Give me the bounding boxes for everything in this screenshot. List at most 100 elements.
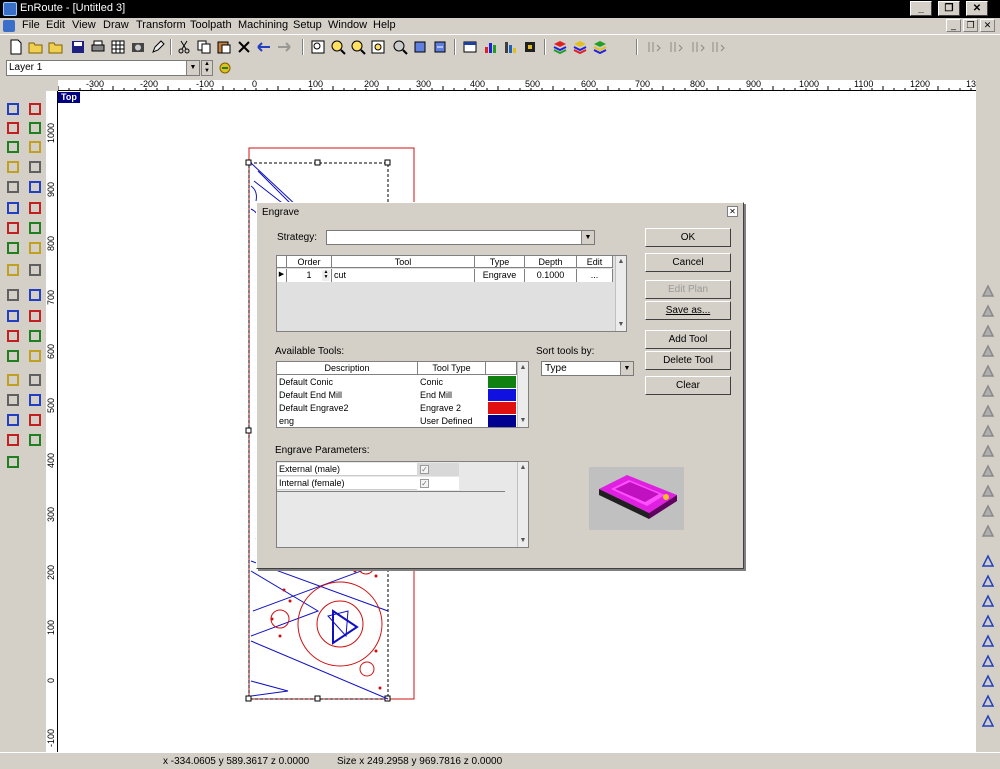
scroll-up-icon[interactable]: ▲ [518, 463, 528, 473]
menu-machining[interactable]: Machining [238, 19, 288, 31]
cell-edit-button[interactable]: ... [577, 269, 613, 282]
scroll-up-icon[interactable]: ▲ [616, 257, 626, 267]
measure-icon[interactable] [28, 201, 42, 215]
external-checkbox[interactable]: ✓ [420, 465, 429, 474]
scroll-up-icon[interactable]: ▲ [518, 363, 528, 373]
node-edit-icon[interactable] [6, 121, 20, 135]
mdi-minimize-icon[interactable]: _ [946, 19, 961, 32]
tools-table-scrollbar[interactable]: ▲ ▼ [517, 362, 528, 427]
available-tools-table[interactable]: Description Tool Type Default Conic Coni… [276, 361, 529, 428]
zoom-all-icon[interactable] [370, 39, 386, 55]
color-chart-icon[interactable] [482, 39, 498, 55]
align-icon[interactable] [6, 160, 20, 174]
trim-icon[interactable] [28, 241, 42, 255]
machining-tool-14-icon[interactable] [981, 554, 995, 568]
menu-transform[interactable]: Transform [136, 19, 186, 31]
undo-icon[interactable] [256, 39, 272, 55]
internal-checkbox[interactable]: ✓ [420, 479, 429, 488]
machining-tool-16-icon[interactable] [981, 594, 995, 608]
machining-tool-17-icon[interactable] [981, 614, 995, 628]
zoom-out-icon[interactable] [350, 39, 366, 55]
rotate-icon[interactable] [6, 140, 20, 154]
machining-tool-11-icon[interactable] [981, 484, 995, 498]
engrave-parameters-grid[interactable]: External (male) ✓ Internal (female) ✓ ▲ … [276, 461, 529, 548]
machining-tool-7-icon[interactable] [981, 404, 995, 418]
layer-properties-icon[interactable] [217, 60, 233, 76]
ok-button[interactable]: OK [645, 228, 731, 247]
strategy-select[interactable]: ▼ [326, 230, 595, 245]
machining-tool-22-icon[interactable] [981, 714, 995, 728]
layers-icon[interactable] [552, 39, 568, 55]
save-as-button[interactable]: Save as... [645, 301, 731, 320]
target-icon[interactable] [6, 455, 20, 469]
ellipse-tool-icon[interactable] [28, 121, 42, 135]
rect-select-icon[interactable] [28, 309, 42, 323]
menu-draw[interactable]: Draw [103, 19, 129, 31]
sort-tools-select[interactable]: Type ▼ [541, 361, 634, 376]
camera-icon[interactable] [130, 39, 146, 55]
machining-tool-1-icon[interactable] [981, 284, 995, 298]
machining-tool-21-icon[interactable] [981, 694, 995, 708]
bezier-icon[interactable] [6, 309, 20, 323]
chevron-down-icon[interactable]: ▼ [581, 231, 594, 244]
cell-depth[interactable]: 0.1000 [525, 269, 577, 282]
menu-setup[interactable]: Setup [293, 19, 322, 31]
chevron-down-icon[interactable]: ▼ [186, 61, 199, 75]
machining-tool-8-icon[interactable] [981, 424, 995, 438]
machining-tool-3-icon[interactable] [981, 324, 995, 338]
machining-tool-10-icon[interactable] [981, 464, 995, 478]
zoom-in-icon[interactable] [330, 39, 346, 55]
menu-window[interactable]: Window [328, 19, 367, 31]
machining-tool-9-icon[interactable] [981, 444, 995, 458]
clear-button[interactable]: Clear [645, 376, 731, 395]
layers-3-icon[interactable] [592, 39, 608, 55]
text-tool-icon[interactable] [28, 413, 42, 427]
toolpath-3-icon[interactable] [690, 39, 706, 55]
window-view-icon[interactable] [462, 39, 478, 55]
line-icon[interactable] [6, 373, 20, 387]
fillet-icon[interactable] [6, 288, 20, 302]
order-spinner[interactable]: ▲ ▼ [322, 270, 330, 281]
machining-tool-12-icon[interactable] [981, 504, 995, 518]
shape-icon[interactable] [28, 373, 42, 387]
params-grid-scrollbar[interactable]: ▲ ▼ [517, 462, 528, 547]
redo-icon[interactable] [276, 39, 292, 55]
half-circle-icon[interactable] [6, 433, 20, 447]
array-icon[interactable] [6, 413, 20, 427]
menu-file[interactable]: File [22, 19, 40, 31]
new-file-icon[interactable] [8, 39, 24, 55]
menu-help[interactable]: Help [373, 19, 396, 31]
dimension-icon[interactable] [28, 433, 42, 447]
close-icon[interactable]: ✕ [966, 1, 988, 16]
layer-spinner[interactable]: ▲ ▼ [201, 60, 213, 76]
bitmap-icon[interactable] [28, 180, 42, 194]
menu-edit[interactable]: Edit [46, 19, 65, 31]
print-icon[interactable] [90, 39, 106, 55]
scissor-icon[interactable] [28, 263, 42, 277]
scroll-down-icon[interactable]: ▼ [518, 416, 528, 426]
toolpath-2-icon[interactable] [668, 39, 684, 55]
machining-tool-15-icon[interactable] [981, 574, 995, 588]
chevron-down-icon[interactable]: ▼ [620, 362, 633, 375]
zoom-previous-icon[interactable] [432, 39, 448, 55]
minimize-icon[interactable]: _ [910, 1, 932, 16]
delete-icon[interactable] [236, 39, 252, 55]
mdi-close-icon[interactable]: ✕ [980, 19, 995, 32]
machining-tool-13-icon[interactable] [981, 524, 995, 538]
mirror-icon[interactable] [6, 221, 20, 235]
machining-tool-2-icon[interactable] [981, 304, 995, 318]
menu-view[interactable]: View [72, 19, 96, 31]
cell-tool[interactable]: cut [332, 269, 475, 282]
pencil-icon[interactable] [150, 39, 166, 55]
knife-icon[interactable] [28, 221, 42, 235]
polyline-icon[interactable] [6, 349, 20, 363]
menu-toolpath[interactable]: Toolpath [190, 19, 232, 31]
scale-icon[interactable] [6, 201, 20, 215]
machining-tool-19-icon[interactable] [981, 654, 995, 668]
machining-tool-5-icon[interactable] [981, 364, 995, 378]
pan-icon[interactable] [392, 39, 408, 55]
layer-select[interactable]: Layer 1 ▼ [6, 60, 200, 76]
paste-icon[interactable] [216, 39, 232, 55]
weld-icon[interactable] [6, 241, 20, 255]
scroll-down-icon[interactable]: ▼ [518, 536, 528, 546]
